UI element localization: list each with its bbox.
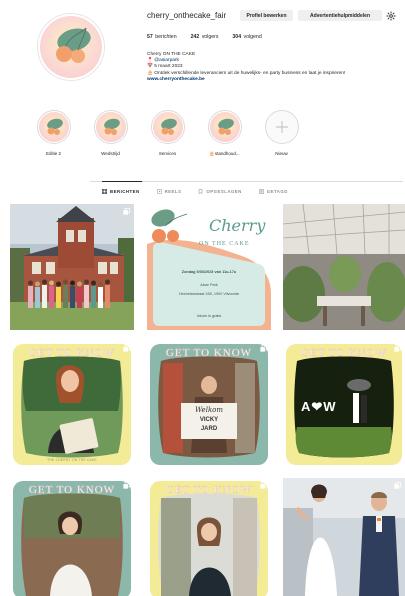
post-greenhouse-venue[interactable] (283, 204, 405, 330)
multiple-photos-icon (394, 345, 401, 352)
get-to-know-title: GET TO KNOW (300, 347, 388, 359)
welcome-sign-word: Welkom (194, 406, 224, 414)
multiple-photos-icon (123, 482, 130, 489)
greenhouse-photo (283, 204, 405, 330)
highlight-cover (209, 112, 240, 142)
highlight-label: Nieuw (275, 151, 288, 156)
reels-icon (156, 189, 162, 194)
get-to-know-title: GET TO KNOW (165, 347, 253, 359)
post-get-to-know-1[interactable]: GET TO KNOW THE CHERRY ON THE CAKE (10, 341, 134, 468)
profile-tabs: BERICHTEN REELS OPGESLAGEN GETAGD (102, 189, 288, 194)
bookmark-icon (199, 189, 203, 194)
highlight-label: Editie 2 (45, 151, 61, 156)
highlight-cover (152, 112, 183, 142)
plus-icon (275, 121, 288, 133)
highlight-label: Services (158, 151, 177, 156)
highlight-label: 🎂standhoud... (209, 151, 240, 156)
invite-cta: Inkom is gratis (196, 314, 222, 318)
post-get-to-know-couple-lights[interactable]: GET TO KNOW A❤W (283, 341, 405, 468)
highlight-cover (95, 112, 126, 142)
multiple-photos-icon (123, 345, 130, 352)
invite-date: Zondag 5/03/2023 van 11u-17u (181, 270, 237, 274)
castle-group-photo (10, 204, 134, 330)
get-to-know-footer: THE CHERRY ON THE CAKE (47, 458, 97, 462)
welcome-sign-name-2: JARD (200, 426, 218, 432)
cherry-logo-icon (56, 27, 91, 63)
story-highlights: Editie 2 Wedstrijd Services 🎂standhoud..… (25, 110, 310, 157)
highlight-cover (38, 112, 69, 142)
get-to-know-title: GET TO KNOW (165, 484, 253, 496)
tab-reels[interactable]: REELS (156, 189, 182, 194)
post-get-to-know-2[interactable]: GET TO KNOW (10, 478, 134, 596)
following-stat[interactable]: 304 volgend (232, 34, 261, 40)
get-to-know-frame (13, 344, 131, 465)
multiple-photos-icon (394, 482, 401, 489)
invite-cherry-word: Cherry (209, 216, 266, 235)
tag-icon (258, 189, 264, 194)
posts-stat: 57 berichten (147, 34, 177, 40)
grid-icon (102, 189, 107, 194)
post-castle-photo[interactable] (10, 204, 134, 330)
profile-avatar (40, 16, 102, 78)
profile-stats: 57 berichten 242 volgers 304 volgend (147, 34, 262, 40)
invite-venue: Asiar Park (200, 283, 218, 287)
tab-saved[interactable]: OPGESLAGEN (198, 189, 241, 194)
wedding-couple-photo (283, 478, 405, 596)
welcome-sign-name-1: VICKY (199, 417, 219, 423)
profile-username: cherry_onthecake_fair (147, 11, 227, 20)
highlight-wedstrijd[interactable]: Wedstrijd (82, 110, 139, 157)
gear-icon (386, 11, 396, 21)
settings-gear-icon[interactable] (386, 11, 396, 21)
invite-on-the-cake: ON THE CAKE (199, 241, 250, 247)
multiple-photos-icon (260, 482, 267, 489)
highlight-editie-2[interactable]: Editie 2 (25, 110, 82, 157)
highlight-standhouders[interactable]: 🎂standhoud... (196, 110, 253, 157)
highlight-services[interactable]: Services (139, 110, 196, 157)
multiple-photos-icon (123, 208, 130, 215)
active-tab-indicator (102, 181, 142, 182)
light-up-letters: A❤W (301, 399, 337, 414)
followers-stat[interactable]: 242 volgers (191, 34, 219, 40)
tab-posts[interactable]: BERICHTEN (102, 189, 140, 194)
post-get-to-know-welcome-sign[interactable]: GET TO KNOW Welkom VICKY JARD (147, 341, 271, 468)
multiple-photos-icon (260, 345, 267, 352)
profile-avatar-ring[interactable] (37, 13, 105, 81)
new-highlight-button[interactable]: Nieuw (253, 110, 310, 157)
get-to-know-title: GET TO KNOW (28, 347, 116, 359)
invite-address: Hechelanstraat 155, 1900 Vilvoorde (178, 292, 240, 296)
bio-website-link[interactable]: www.cherryonthecake.be (147, 77, 402, 83)
post-event-invitation[interactable]: Cherry ON THE CAKE Zondag 5/03/2023 van … (147, 204, 271, 330)
tab-tagged[interactable]: GETAGD (258, 189, 288, 194)
ad-tools-button[interactable]: Advertentiehulpmiddelen (298, 10, 382, 21)
get-to-know-title: GET TO KNOW (28, 484, 116, 496)
post-wedding-couple[interactable] (283, 478, 405, 596)
post-get-to-know-3[interactable]: GET TO KNOW (147, 478, 271, 596)
profile-bio: Cherry ON THE CAKE 📍 @asiarpark 📅 5 maar… (147, 52, 402, 83)
edit-profile-button[interactable]: Profiel bewerken (240, 10, 293, 21)
highlight-label: Wedstrijd (101, 151, 120, 156)
welcome-sign-frame (150, 344, 268, 465)
